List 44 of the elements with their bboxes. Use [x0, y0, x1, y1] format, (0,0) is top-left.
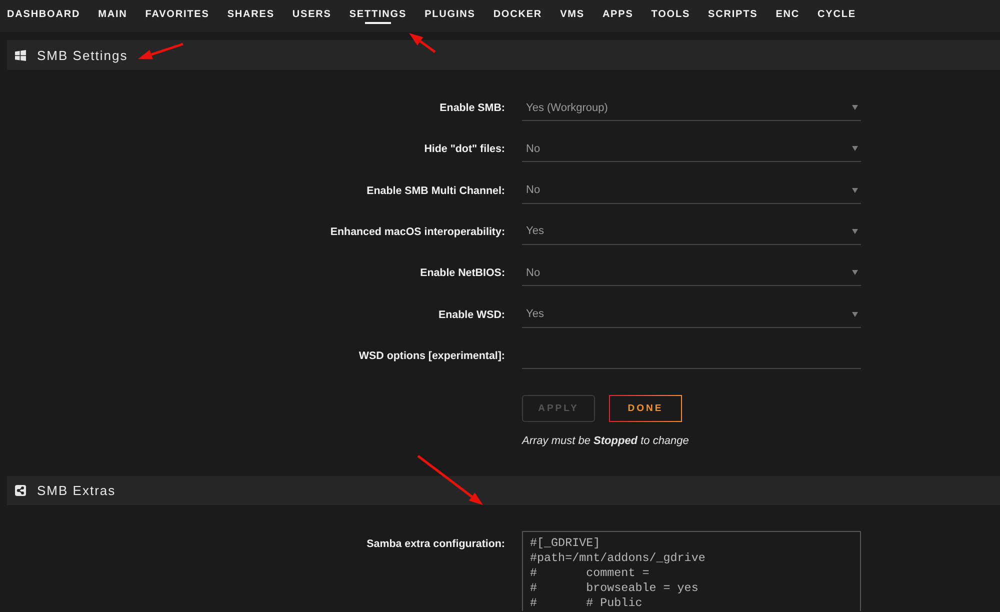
caret-icon	[852, 270, 858, 276]
windows-logo-icon	[15, 50, 26, 60]
annotation-arrow	[417, 455, 483, 505]
nav-tab[interactable]: ENC	[776, 8, 800, 24]
dropdown[interactable]: No	[522, 178, 861, 204]
note-text: Array must be Stopped to change	[522, 434, 689, 448]
dropdown[interactable]: No	[522, 136, 861, 162]
field-label: Enable SMB Multi Channel:	[366, 184, 505, 197]
field-label: Enable NetBIOS:	[420, 267, 505, 280]
dropdown[interactable]: Yes (Workgroup)	[522, 95, 861, 121]
nav-tab[interactable]: TOOLS	[651, 8, 690, 24]
share-icon	[15, 484, 26, 496]
nav-tab[interactable]: SETTINGS	[349, 8, 407, 24]
nav-tab[interactable]: PLUGINS	[424, 8, 476, 24]
annotation-arrow	[409, 33, 436, 53]
nav-tab[interactable]: FAVORITES	[145, 8, 210, 24]
nav-tab[interactable]: SHARES	[227, 8, 274, 24]
dropdown[interactable]: Yes	[522, 218, 861, 245]
field-label: Samba extra configuration:	[366, 538, 505, 550]
nav-tab[interactable]: APPS	[602, 8, 634, 24]
caret-icon	[852, 312, 858, 317]
field-label: Hide "dot" files:	[424, 143, 505, 156]
nav-tab[interactable]: DOCKER	[493, 8, 542, 24]
annotation-arrow	[138, 42, 184, 60]
field-label: Enable WSD:	[438, 308, 505, 321]
nav-tab[interactable]: VMS	[560, 8, 584, 24]
nav-tab[interactable]: DASHBOARD	[7, 8, 80, 24]
section-title: SMB Settings	[37, 48, 128, 62]
config-textarea[interactable]: #[_GDRIVE] #path=/mnt/addons/_gdrive # comment = # browseable = yes # # Public	[522, 530, 861, 611]
nav-tab[interactable]: SCRIPTS	[708, 8, 758, 24]
nav-tab[interactable]: MAIN	[98, 8, 128, 24]
nav-tab[interactable]: CYCLE	[818, 8, 856, 24]
field-label: Enhanced macOS interoperability:	[330, 226, 505, 238]
caret-icon	[852, 188, 858, 193]
field-label: WSD options [experimental]:	[358, 350, 505, 362]
action-button[interactable]: DONE	[609, 394, 682, 422]
caret-icon	[852, 146, 858, 152]
caret-icon	[852, 228, 858, 234]
dropdown[interactable]: No	[522, 260, 861, 286]
dropdown[interactable]: Yes	[522, 302, 861, 328]
section-title: SMB Extras	[37, 482, 116, 498]
field-label: Enable SMB:	[440, 102, 505, 114]
nav-tab[interactable]: USERS	[292, 8, 332, 24]
caret-icon	[852, 105, 858, 110]
